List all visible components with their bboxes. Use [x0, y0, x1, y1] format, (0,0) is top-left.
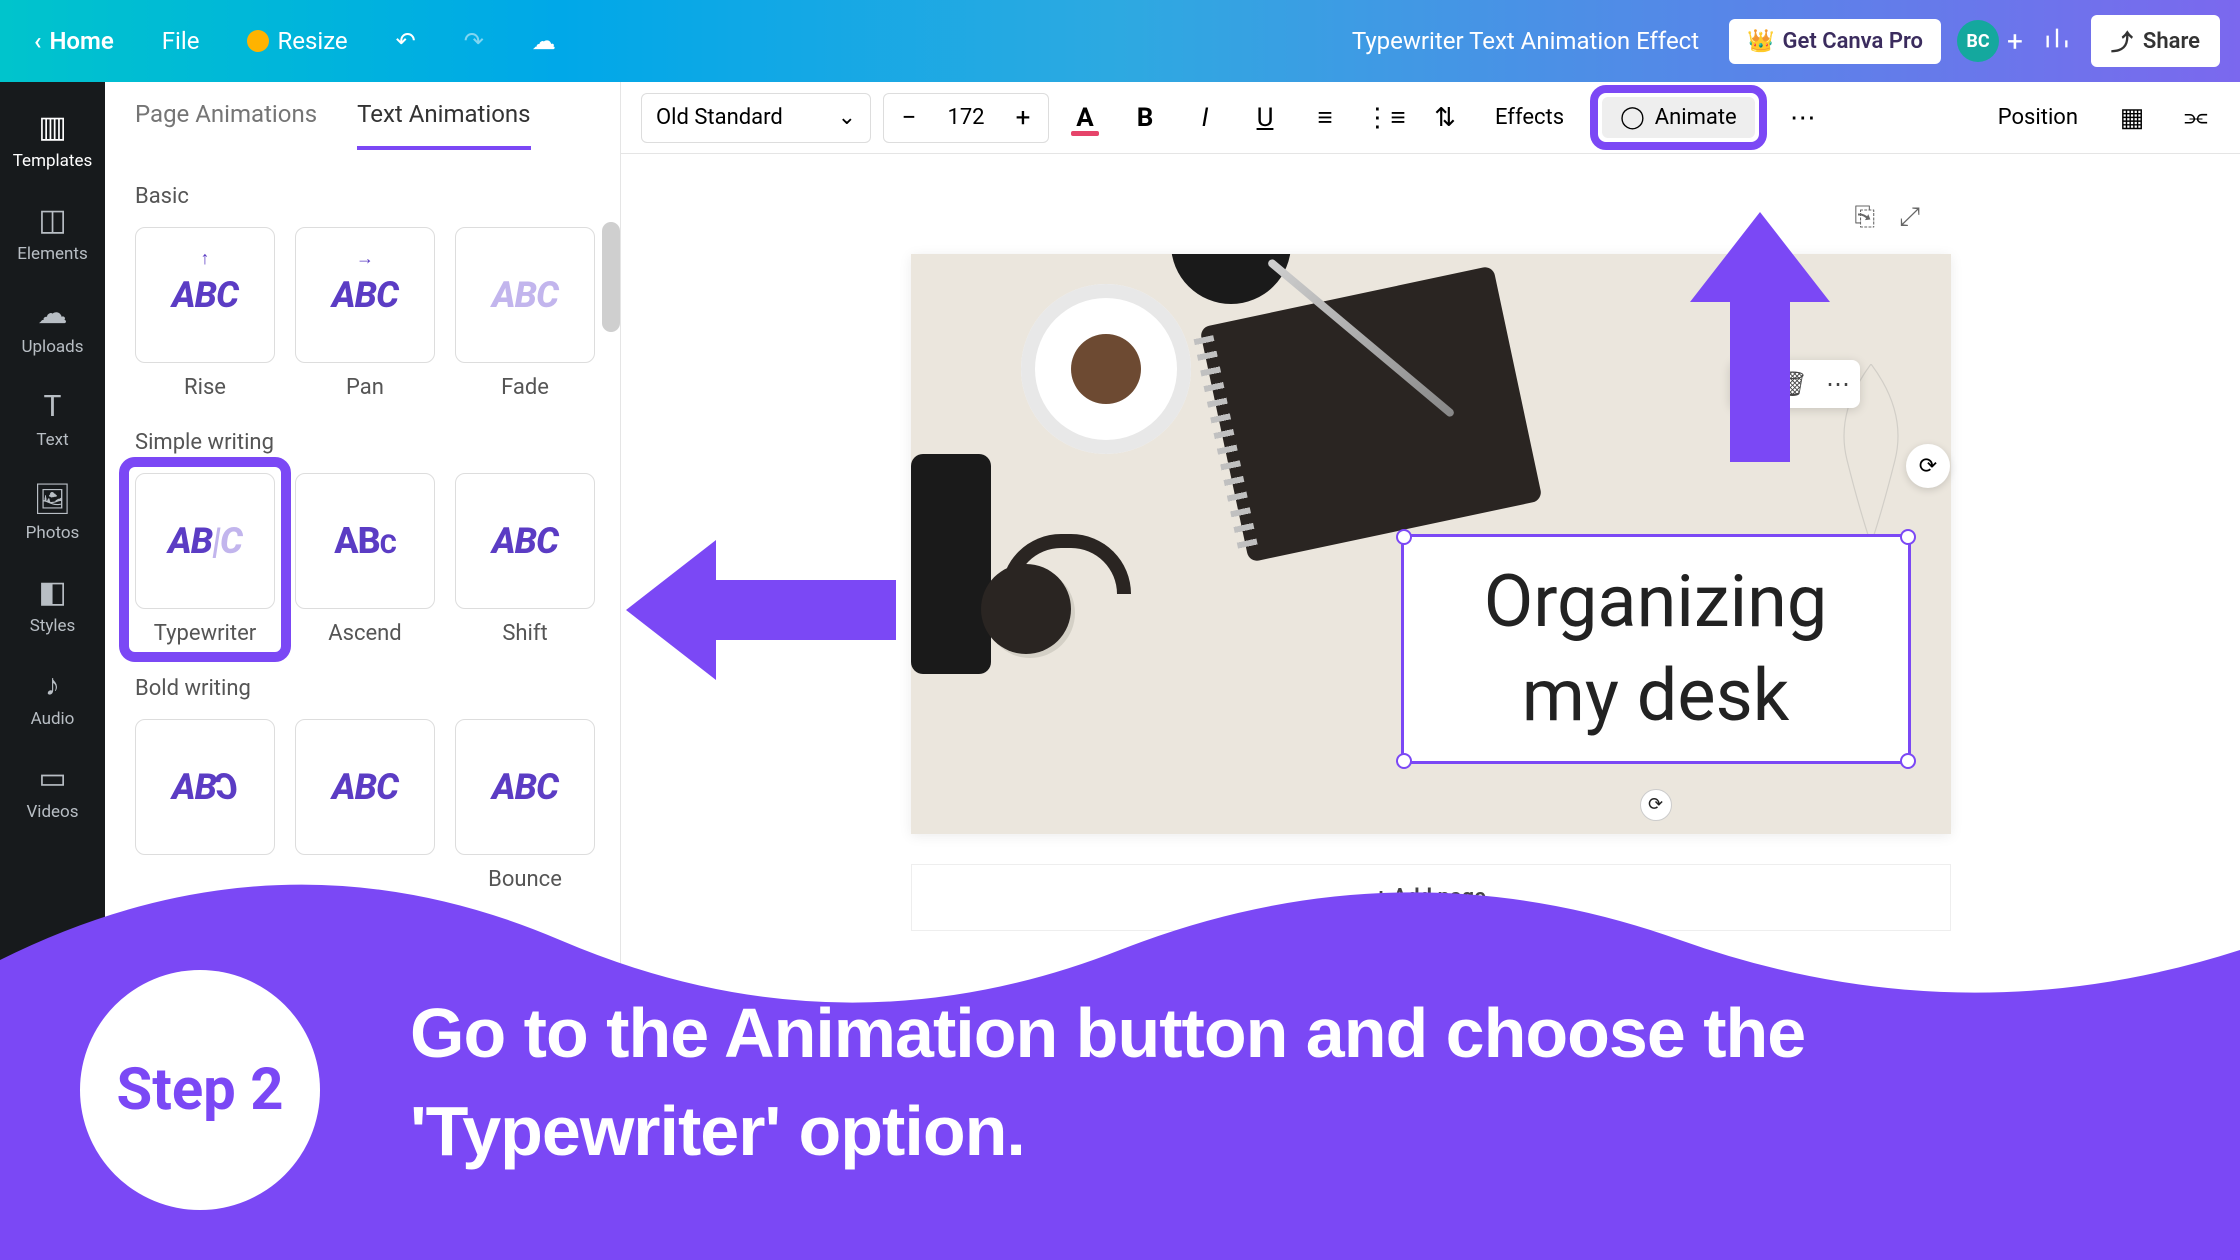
duplicate-page-icon[interactable]: ⎘	[1854, 202, 1875, 233]
uploads-icon: ☁	[38, 296, 68, 331]
rail-styles[interactable]: ◧Styles	[0, 559, 105, 652]
font-name: Old Standard	[656, 105, 783, 130]
chevron-down-icon: ⌄	[838, 105, 856, 130]
transparency-button[interactable]: ▦	[2108, 94, 2156, 142]
section-bold: Bold writing	[135, 676, 590, 701]
resize-button[interactable]: Resize	[233, 17, 361, 65]
spacing-button[interactable]: ⇅	[1421, 94, 1469, 142]
rail-photos[interactable]: 🖼Photos	[0, 466, 105, 559]
list-button[interactable]: ⋮≡	[1361, 94, 1409, 142]
home-button[interactable]: ‹ Home	[20, 17, 128, 65]
resize-handle-br[interactable]	[1900, 753, 1916, 769]
animate-highlight: ◯ Animate	[1590, 85, 1767, 150]
anim-shift[interactable]: ABC Shift	[455, 473, 595, 646]
underline-button[interactable]: U	[1241, 94, 1289, 142]
align-button[interactable]: ≡	[1301, 94, 1349, 142]
font-size-group: − 172 +	[883, 93, 1049, 143]
file-label: File	[162, 27, 200, 55]
anim-fade[interactable]: ABC Fade	[455, 227, 595, 400]
font-size-value[interactable]: 172	[934, 105, 998, 130]
share-label: Share	[2143, 29, 2200, 54]
italic-button[interactable]: I	[1181, 94, 1229, 142]
styles-icon: ◧	[38, 575, 66, 610]
get-pro-label: Get Canva Pro	[1783, 29, 1924, 54]
more-button[interactable]: ⋯	[1779, 94, 1827, 142]
section-basic: Basic	[135, 184, 590, 209]
rail-elements[interactable]: ◫Elements	[0, 187, 105, 280]
effects-button[interactable]: Effects	[1481, 95, 1578, 140]
animate-button[interactable]: ◯ Animate	[1602, 97, 1755, 138]
rail-audio[interactable]: ♪Audio	[0, 652, 105, 745]
crown-icon: 👑	[1747, 29, 1774, 54]
anim-rise[interactable]: ↑ABC Rise	[135, 227, 275, 400]
anim-pan[interactable]: →ABC Pan	[295, 227, 435, 400]
rail-uploads[interactable]: ☁Uploads	[0, 280, 105, 373]
animation-panel: Page Animations Text Animations Basic ↑A…	[105, 82, 621, 1260]
share-button[interactable]: ⤴ Share	[2091, 15, 2220, 67]
text-line-1: Organizing	[1484, 555, 1828, 649]
text-toolbar: Old Standard ⌄ − 172 + A B I U ≡ ⋮≡ ⇅ Ef…	[621, 82, 2240, 154]
expand-page-icon[interactable]: ⤢	[1899, 202, 1920, 233]
anim-typewriter[interactable]: AB|C Typewriter	[135, 473, 275, 646]
tab-text-animations[interactable]: Text Animations	[357, 100, 530, 150]
add-member-button[interactable]: +	[2007, 25, 2023, 58]
animate-icon: ◯	[1620, 105, 1645, 130]
text-line-2: my desk	[1522, 649, 1790, 743]
panel-scrollbar[interactable]	[602, 222, 620, 332]
insights-button[interactable]	[2043, 24, 2071, 58]
file-menu[interactable]: File	[148, 17, 214, 65]
resize-label: Resize	[277, 27, 347, 55]
anim-bold-2[interactable]: ABC	[295, 719, 435, 892]
refresh-icon[interactable]: ⟳	[1906, 444, 1950, 488]
resize-handle-tl[interactable]	[1396, 529, 1412, 545]
bold-button[interactable]: B	[1121, 94, 1169, 142]
get-pro-button[interactable]: 👑 Get Canva Pro	[1729, 19, 1941, 64]
tab-page-animations[interactable]: Page Animations	[135, 100, 317, 150]
videos-icon: ▭	[38, 761, 66, 796]
left-rail: ▥Templates ◫Elements ☁Uploads TText 🖼Pho…	[0, 82, 105, 1260]
font-select[interactable]: Old Standard ⌄	[641, 93, 871, 143]
anim-typewriter-highlight: AB|C Typewriter	[119, 457, 291, 662]
templates-icon: ▥	[38, 110, 66, 145]
add-page-button[interactable]: + Add page	[911, 864, 1951, 931]
cloud-sync-icon[interactable]: ☁	[518, 17, 570, 65]
tutorial-arrow-left	[626, 540, 896, 684]
rotate-handle[interactable]: ⟳	[1640, 789, 1672, 821]
home-label: Home	[49, 27, 113, 55]
section-simple: Simple writing	[135, 430, 590, 455]
anim-bold-1[interactable]: ABC	[135, 719, 275, 892]
anim-ascend[interactable]: ABC Ascend	[295, 473, 435, 646]
link-button[interactable]: ⫘	[2172, 94, 2220, 142]
resize-handle-bl[interactable]	[1396, 753, 1412, 769]
arrow-up-icon: ↑	[201, 248, 210, 269]
rail-videos[interactable]: ▭Videos	[0, 745, 105, 838]
tutorial-arrow-up	[1690, 212, 1830, 466]
text-element-selected[interactable]: Organizing my desk ⟳	[1401, 534, 1911, 764]
arrow-right-icon: →	[356, 248, 374, 269]
text-color-button[interactable]: A	[1061, 94, 1109, 142]
animate-label: Animate	[1655, 105, 1737, 130]
top-bar: ‹ Home File Resize ↶ ↷ ☁ Typewriter Text…	[0, 0, 2240, 82]
document-title[interactable]: Typewriter Text Animation Effect	[1352, 27, 1699, 55]
anim-bounce[interactable]: ABC Bounce	[455, 719, 595, 892]
rail-text[interactable]: TText	[0, 373, 105, 466]
audio-icon: ♪	[45, 668, 60, 703]
avatar[interactable]: BC	[1957, 20, 1999, 62]
font-size-decrease[interactable]: −	[884, 94, 934, 142]
share-icon: ⤴	[2111, 25, 2133, 57]
position-button[interactable]: Position	[1984, 95, 2092, 140]
resize-icon	[247, 30, 269, 52]
rail-templates[interactable]: ▥Templates	[0, 94, 105, 187]
undo-button[interactable]: ↶	[382, 17, 430, 65]
text-icon: T	[44, 389, 62, 424]
elements-icon: ◫	[38, 203, 66, 238]
redo-button[interactable]: ↷	[450, 17, 498, 65]
font-size-increase[interactable]: +	[998, 94, 1048, 142]
resize-handle-tr[interactable]	[1900, 529, 1916, 545]
photos-icon: 🖼	[33, 482, 71, 517]
chevron-left-icon: ‹	[34, 27, 41, 55]
